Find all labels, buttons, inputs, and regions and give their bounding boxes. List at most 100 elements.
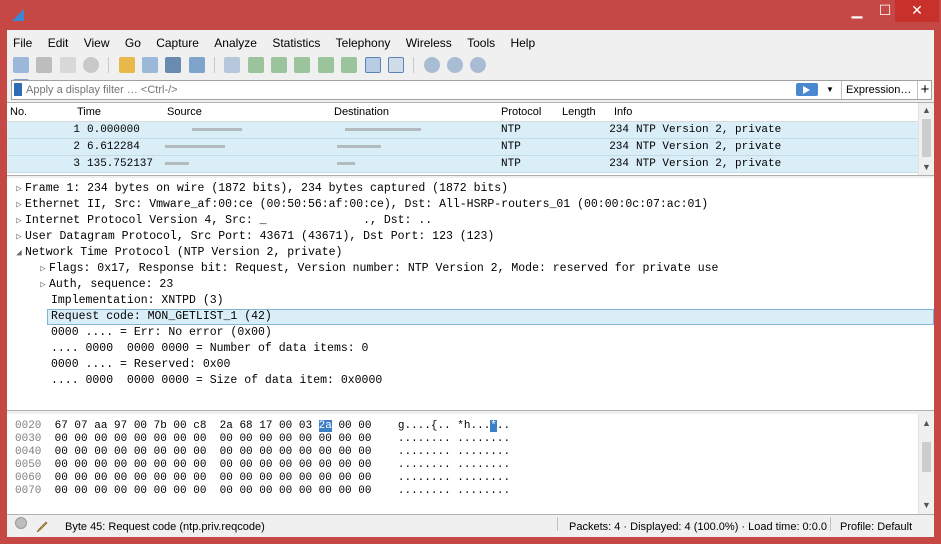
expression-button[interactable]: Expression… [841,81,915,99]
last-packet-icon[interactable] [341,57,358,73]
filter-history-dropdown[interactable]: ▼ [823,81,837,99]
display-filter-input[interactable] [26,81,786,99]
expand-icon[interactable]: ▷ [37,261,49,277]
cell-no: 3 [73,158,80,170]
table-row[interactable]: 2 6.612284 NTP 234 NTP Version 2, privat… [7,139,918,156]
packet-bytes: 0020 67 07 aa 97 00 7b 00 c8 2a 68 17 00… [7,414,934,515]
menu-capture[interactable]: Capture [150,34,205,52]
column-header-no[interactable]: No. [10,103,27,121]
menu-statistics[interactable]: Statistics [266,34,326,52]
hex-line[interactable]: 0060 00 00 00 00 00 00 00 00 00 00 00 00… [15,472,510,484]
zoom-in-icon[interactable] [423,57,440,73]
menu-file[interactable]: File [7,34,38,52]
detail-auth[interactable]: ▷ Auth, sequence: 23 [37,277,173,293]
stop-capture-icon[interactable] [36,57,53,73]
detail-reserved[interactable]: 0000 .... = Reserved: 0x00 [51,357,230,373]
ascii-byte-highlight[interactable]: * [490,420,497,432]
edit-comment-icon[interactable] [35,520,49,534]
start-capture-icon[interactable] [13,57,29,73]
add-filter-button[interactable]: + [917,81,932,99]
expand-icon[interactable]: ▷ [13,213,25,229]
hex-line[interactable]: 0070 00 00 00 00 00 00 00 00 00 00 00 00… [15,485,510,497]
hex-line[interactable]: 0040 00 00 00 00 00 00 00 00 00 00 00 00… [15,446,510,458]
autoscroll-icon[interactable] [364,57,381,73]
menu-help[interactable]: Help [504,34,541,52]
redacted-source [165,145,225,148]
close-file-icon[interactable] [165,57,182,73]
detail-ntp[interactable]: ◢ Network Time Protocol (NTP Version 2, p… [13,245,342,261]
column-header-length[interactable]: Length [562,103,596,121]
menu-view[interactable]: View [78,34,116,52]
display-filter-bar: ▼ Expression… + [11,80,932,100]
go-forward-icon[interactable] [271,57,288,73]
detail-ipv4[interactable]: ▷ Internet Protocol Version 4, Src: _ ., … [13,213,432,229]
colorize-icon[interactable] [387,57,404,73]
expand-icon[interactable]: ▷ [13,229,25,245]
table-row[interactable]: 3 135.752137 NTP 234 NTP Version 2, priv… [7,156,918,173]
menu-analyze[interactable]: Analyze [208,34,263,52]
table-row[interactable]: 1 0.000000 NTP 234 NTP Version 2, privat… [7,122,918,139]
hex-line[interactable]: 0050 00 00 00 00 00 00 00 00 00 00 00 00… [15,459,510,471]
scroll-down-icon[interactable]: ▼ [919,498,934,512]
menu-edit[interactable]: Edit [42,34,75,52]
menu-go[interactable]: Go [119,34,147,52]
expand-icon[interactable]: ▷ [13,197,25,213]
expand-icon[interactable]: ▷ [37,277,49,293]
reload-file-icon[interactable] [188,57,205,73]
collapse-icon[interactable]: ◢ [13,245,25,261]
capture-options-icon[interactable] [83,57,100,73]
detail-text: Auth, sequence: 23 [49,278,174,291]
hex-offset: 0060 [15,472,42,484]
scroll-up-icon[interactable]: ▲ [919,416,934,430]
go-back-icon[interactable] [247,57,264,73]
minimize-button[interactable]: ▁ [843,0,871,22]
detail-flags[interactable]: ▷ Flags: 0x17, Response bit: Request, Ver… [37,261,718,277]
apply-filter-button[interactable] [796,83,818,96]
detail-number-of-items[interactable]: .... 0000 0000 0000 = Number of data ite… [51,341,368,357]
expand-icon[interactable]: ▷ [13,181,25,197]
zoom-out-icon[interactable] [446,57,463,73]
hex-bytes: 00 00 00 00 00 00 00 00 00 00 00 00 00 0… [54,433,372,445]
go-to-packet-icon[interactable] [294,57,311,73]
column-header-info[interactable]: Info [614,103,632,121]
status-field-info: Byte 45: Request code (ntp.priv.reqcode) [65,521,265,533]
status-separator [830,517,831,531]
column-header-destination[interactable]: Destination [334,103,389,121]
detail-ethernet[interactable]: ▷ Ethernet II, Src: Vmware_af:00:ce (00:5… [13,197,708,213]
scroll-down-icon[interactable]: ▼ [919,160,934,174]
detail-err[interactable]: 0000 .... = Err: No error (0x00) [51,325,272,341]
menu-tools[interactable]: Tools [461,34,501,52]
detail-request-code-selected[interactable]: Request code: MON_GETLIST_1 (42) [47,309,934,325]
status-profile[interactable]: Profile: Default [840,517,912,537]
redacted-source [192,128,242,131]
bookmark-icon[interactable] [14,83,22,96]
save-file-icon[interactable] [142,57,159,73]
redacted-destination [337,145,381,148]
column-header-source[interactable]: Source [167,103,202,121]
detail-frame[interactable]: ▷ Frame 1: 234 bytes on wire (1872 bits),… [13,181,508,197]
close-button[interactable]: ✕ [895,0,939,22]
column-header-protocol[interactable]: Protocol [501,103,541,121]
packet-list-scrollbar[interactable]: ▲ ▼ [918,103,934,175]
hex-line[interactable]: 0020 67 07 aa 97 00 7b 00 c8 2a 68 17 00… [15,420,510,432]
column-header-time[interactable]: Time [77,103,101,121]
detail-size-of-item[interactable]: .... 0000 0000 0000 = Size of data item:… [51,373,382,389]
open-file-icon[interactable] [118,57,135,73]
expert-info-icon[interactable] [15,517,27,529]
hex-byte-highlight[interactable]: 2a [318,420,332,432]
scroll-thumb[interactable] [922,442,931,472]
hex-line[interactable]: 0030 00 00 00 00 00 00 00 00 00 00 00 00… [15,433,510,445]
scroll-up-icon[interactable]: ▲ [919,103,934,117]
packet-bytes-scrollbar[interactable]: ▲ ▼ [918,414,934,514]
detail-udp[interactable]: ▷ User Datagram Protocol, Src Port: 43671… [13,229,494,245]
normal-size-icon[interactable] [470,57,487,73]
menu-telephony[interactable]: Telephony [330,34,397,52]
cell-time: 0.000000 [87,124,140,136]
restart-capture-icon[interactable] [59,57,76,73]
detail-implementation[interactable]: Implementation: XNTPD (3) [51,293,224,309]
scroll-thumb[interactable] [922,119,931,157]
menu-wireless[interactable]: Wireless [400,34,458,52]
hex-ascii: ........ ........ [397,446,511,458]
first-packet-icon[interactable] [317,57,334,73]
find-packet-icon[interactable] [224,57,241,73]
